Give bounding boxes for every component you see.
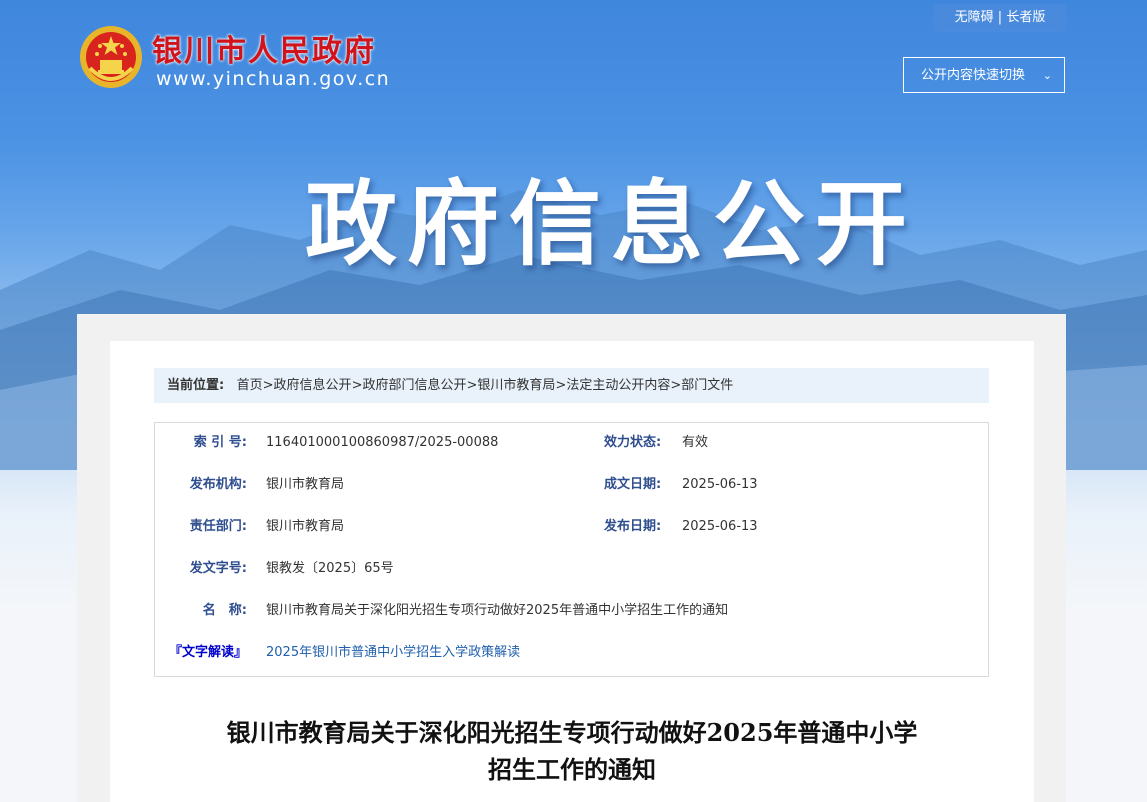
org-value: 银川市教育局 — [266, 477, 345, 492]
name-key: 名 称: — [202, 603, 247, 618]
accessibility-link[interactable]: 无障碍 — [955, 10, 994, 25]
quick-switch-dropdown[interactable]: 公开内容快速切换 ⌄ — [903, 57, 1065, 93]
index-key: 索 引 号: — [193, 435, 247, 450]
status-value: 有效 — [682, 435, 709, 450]
name-value: 银川市教育局关于深化阳光招生专项行动做好2025年普通中小学招生工作的通知 — [266, 603, 729, 618]
meta-row-docno: 发文字号: 银教发〔2025〕65号 — [155, 557, 990, 581]
doc-no-key: 发文字号: — [189, 561, 247, 576]
breadcrumb-label: 当前位置: — [167, 378, 225, 393]
index-value: 116401000100860987/2025-00088 — [266, 435, 499, 450]
status-key: 效力状态: — [604, 435, 662, 450]
document-metadata-table: 索 引 号: 116401000100860987/2025-00088 效力状… — [154, 422, 989, 677]
meta-row-org: 发布机构: 银川市教育局 成文日期: 2025-06-13 — [155, 473, 990, 497]
breadcrumb-education-bureau[interactable]: 银川市教育局 — [477, 378, 555, 393]
breadcrumb-dept-docs[interactable]: 部门文件 — [681, 378, 733, 393]
written-date-value: 2025-06-13 — [682, 477, 758, 492]
dept-key: 责任部门: — [189, 519, 247, 534]
interpretation-link[interactable]: 2025年银川市普通中小学招生入学政策解读 — [266, 641, 520, 665]
interpretation-key: 『文字解读』 — [168, 645, 247, 660]
breadcrumb-sep: > — [670, 378, 682, 393]
breadcrumb-sep: > — [351, 378, 363, 393]
breadcrumb-home[interactable]: 首页 — [237, 378, 263, 393]
article-title-line-2: 招生工作的通知 — [488, 755, 656, 784]
accessibility-bar: 无障碍 | 长者版 — [934, 4, 1066, 32]
breadcrumb-sep: > — [262, 378, 274, 393]
hero-title: 政府信息公开 — [304, 171, 917, 278]
separator: | — [997, 10, 1003, 25]
meta-row-name: 名 称: 银川市教育局关于深化阳光招生专项行动做好2025年普通中小学招生工作的… — [155, 599, 990, 623]
article-title: 银川市教育局关于深化阳光招生专项行动做好2025年普通中小学 招生工作的通知 — [110, 714, 1034, 788]
quick-switch-label: 公开内容快速切换 — [921, 68, 1026, 83]
org-key: 发布机构: — [189, 477, 247, 492]
elder-mode-link[interactable]: 长者版 — [1006, 10, 1045, 25]
written-date-key: 成文日期: — [604, 477, 662, 492]
meta-row-interpretation: 『文字解读』 2025年银川市普通中小学招生入学政策解读 — [155, 641, 990, 665]
article-title-line-1: 银川市教育局关于深化阳光招生专项行动做好2025年普通中小学 — [226, 718, 918, 747]
doc-no-value: 银教发〔2025〕65号 — [266, 561, 394, 576]
breadcrumb-statutory[interactable]: 法定主动公开内容 — [566, 378, 670, 393]
breadcrumb-info-public[interactable]: 政府信息公开 — [274, 378, 352, 393]
breadcrumb-dept-info[interactable]: 政府部门信息公开 — [362, 378, 466, 393]
site-url[interactable]: www.yinchuan.gov.cn — [156, 68, 390, 90]
dept-value: 银川市教育局 — [266, 519, 345, 534]
publish-date-key: 发布日期: — [604, 519, 662, 534]
breadcrumb-sep: > — [466, 378, 478, 393]
meta-row-dept: 责任部门: 银川市教育局 发布日期: 2025-06-13 — [155, 515, 990, 539]
site-name[interactable]: 银川市人民政府 — [152, 26, 376, 70]
chevron-down-icon: ⌄ — [1042, 69, 1052, 82]
meta-row-index: 索 引 号: 116401000100860987/2025-00088 效力状… — [155, 431, 990, 455]
breadcrumb-sep: > — [555, 378, 567, 393]
national-emblem-icon — [80, 26, 142, 88]
breadcrumb: 当前位置: 首页>政府信息公开>政府部门信息公开>银川市教育局>法定主动公开内容… — [154, 368, 989, 403]
publish-date-value: 2025-06-13 — [682, 519, 758, 534]
